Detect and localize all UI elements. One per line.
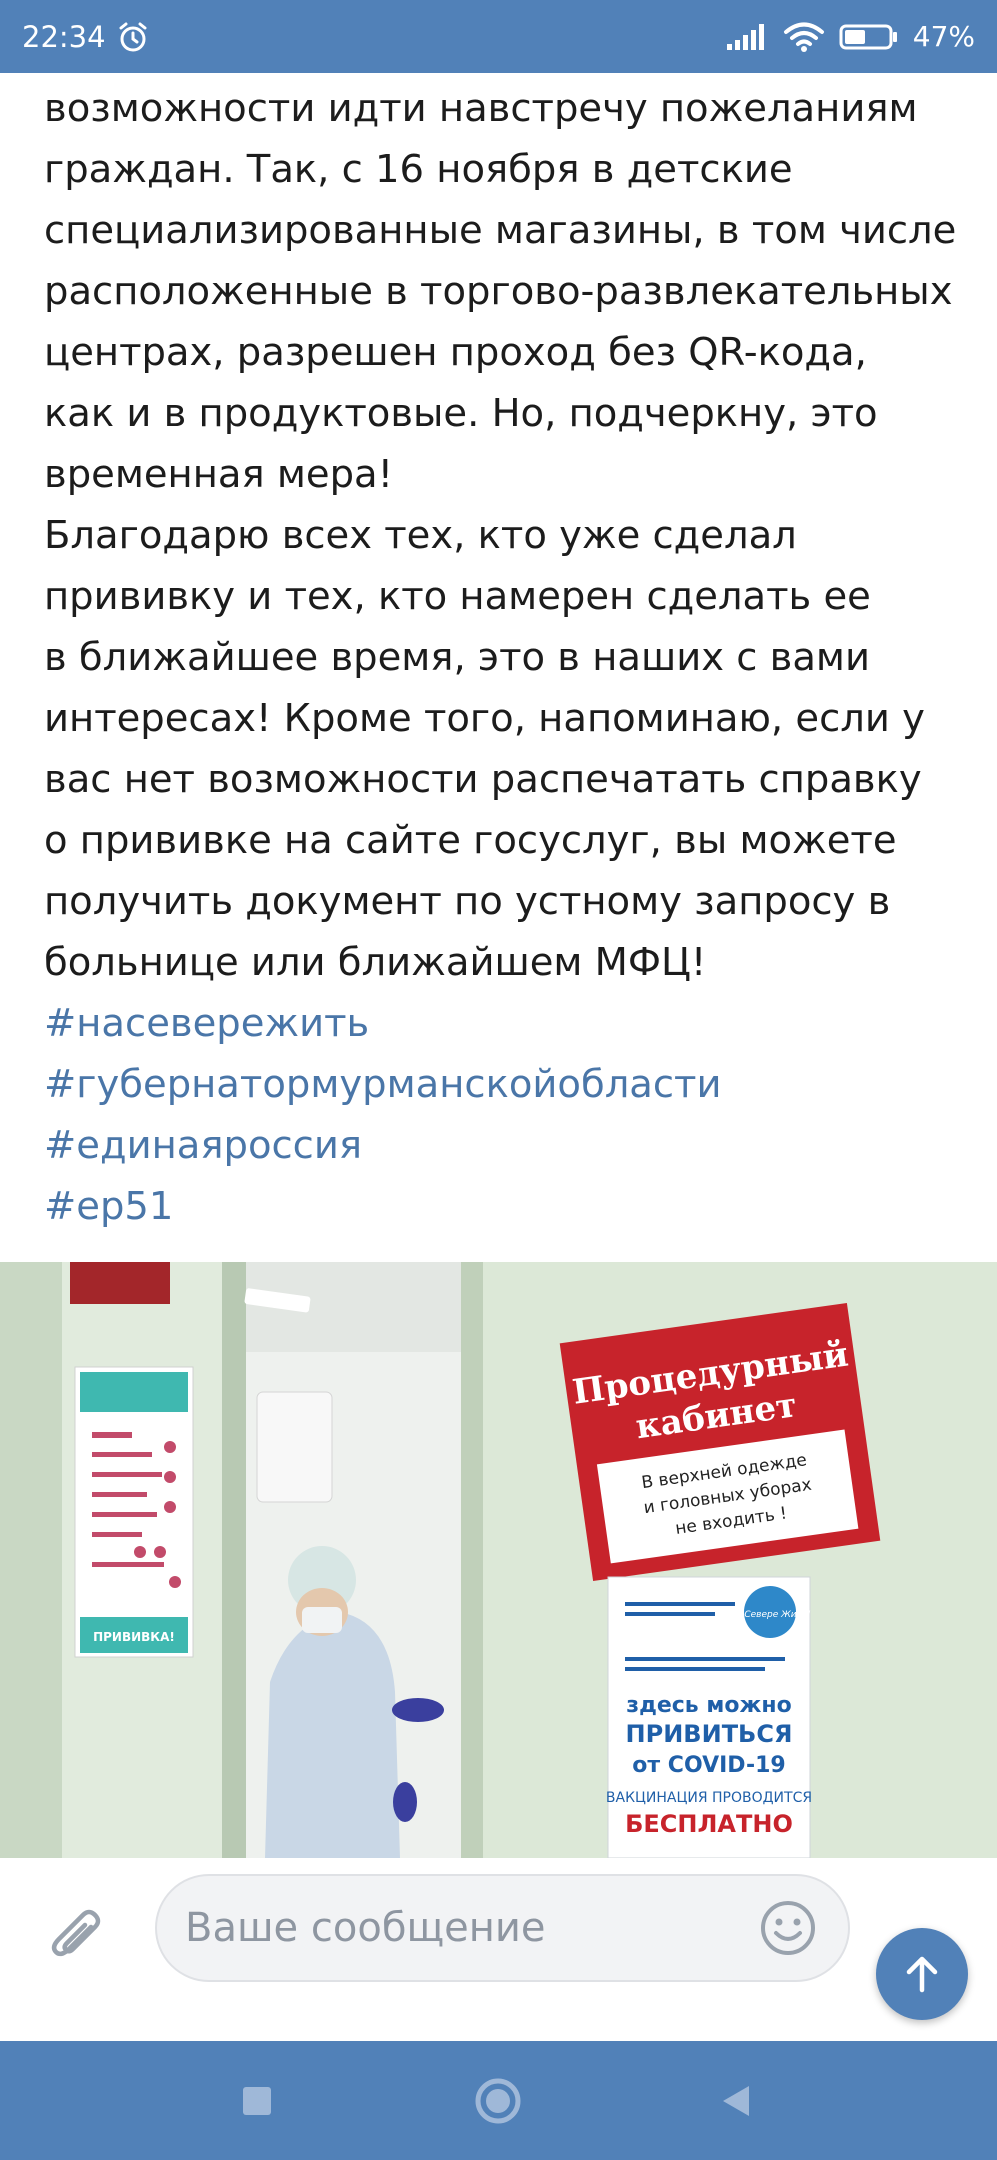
back-button[interactable] [706,2071,766,2131]
post-line: получить документ по устному запросу в [44,879,891,924]
post-line: вас нет возможности распечатать справку [44,757,922,802]
scroll-up-button[interactable] [876,1928,968,2020]
smiley-icon [758,1898,818,1958]
post-line: центрах, разрешен проход без QR-кода, [44,330,867,375]
post-line: в ближайшее время, это в наших с вами [44,635,871,680]
poster-line3: от COVID-19 [632,1753,785,1778]
post-line: граждан. Так, с 16 ноября в детские [44,147,793,192]
hashtag-link[interactable]: #ер51 [44,1176,964,1237]
post-line: интересах! Кроме того, напоминаю, если у [44,696,925,741]
system-nav-bar [0,2041,997,2160]
hashtag-link[interactable]: #губернатормурманскойобласти [44,1054,964,1115]
message-input-container[interactable] [155,1874,850,1982]
photo-illustration: ПРИВИВКА! Процедурный кабинет В верхней … [0,1262,997,1858]
post-text: возможности идти навстречу пожеланиям гр… [44,78,964,1237]
status-time: 22:34 [22,19,106,54]
emoji-button[interactable] [756,1896,820,1960]
status-right: 47% [725,20,975,53]
post-line: больнице или ближайшем МФЦ! [44,940,707,985]
message-input[interactable] [185,1905,756,1951]
message-composer [0,1858,997,2041]
poster-line1: здесь можно [626,1693,791,1718]
battery-percent: 47% [912,20,975,53]
post-line: прививку и тех, кто намерен сделать ее [44,574,871,619]
poster-line5: БЕСПЛАТНО [625,1810,793,1838]
signal-icon [725,22,769,52]
recent-apps-button[interactable] [227,2071,287,2131]
triangle-back-icon [719,2083,753,2119]
attach-button[interactable] [42,1902,112,1972]
post-line: специализированные магазины, в том числе [44,208,957,253]
battery-icon [839,22,899,52]
poster-line2: ПРИВИТЬСЯ [626,1720,793,1748]
paperclip-icon [47,1905,107,1969]
post-line: расположенные в торгово-развлекательных [44,269,953,314]
square-icon [241,2085,273,2117]
post-line: временная мера! [44,452,394,497]
arrow-up-icon [900,1952,944,1996]
poster-line4: ВАКЦИНАЦИЯ ПРОВОДИТСЯ [606,1790,812,1806]
post-line: Благодарю всех тех, кто уже сделал [44,513,797,558]
left-poster-bottom: ПРИВИВКА! [93,1630,175,1644]
poster-logo: На Севере Жить! [729,1610,811,1620]
post-line: возможности идти навстречу пожеланиям [44,86,918,131]
alarm-icon [116,20,150,54]
circle-icon [472,2075,524,2127]
status-bar: 22:34 47% [0,0,997,73]
hashtag-link[interactable]: #насевережить [44,993,964,1054]
post-photo[interactable]: ПРИВИВКА! Процедурный кабинет В верхней … [0,1262,997,1858]
status-left: 22:34 [22,20,150,54]
wifi-icon [783,21,825,53]
post-line: как и в продуктовые. Но, подчеркну, это [44,391,878,436]
hashtag-link[interactable]: #единаяроссия [44,1115,964,1176]
home-button[interactable] [468,2071,528,2131]
post-line: о прививке на сайте госуслуг, вы можете [44,818,897,863]
